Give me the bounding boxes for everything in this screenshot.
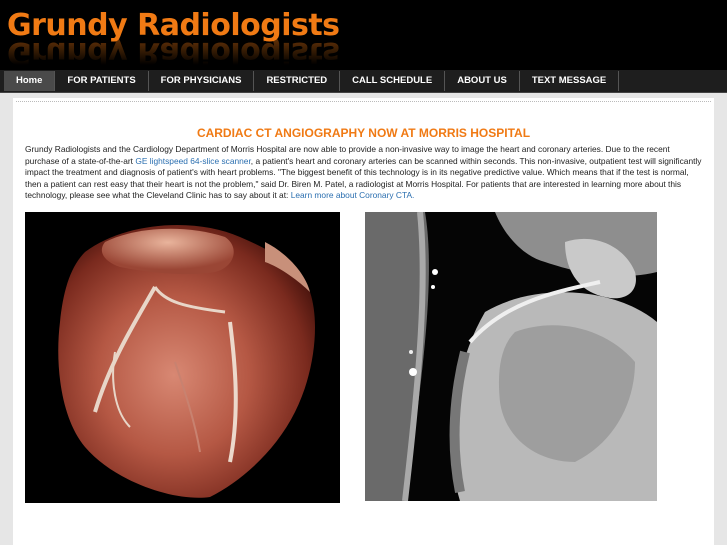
- dotted-divider: [16, 101, 711, 102]
- coronary-ct-scan-image: [365, 212, 657, 501]
- article-body: Grundy Radiologists and the Cardiology D…: [25, 144, 705, 202]
- article-headline: CARDIAC CT ANGIOGRAPHY NOW AT MORRIS HOS…: [196, 126, 531, 140]
- nav-item-for-patients[interactable]: FOR PATIENTS: [55, 71, 149, 91]
- main-content: CARDIAC CT ANGIOGRAPHY NOW AT MORRIS HOS…: [13, 98, 714, 545]
- content-frame: CARDIAC CT ANGIOGRAPHY NOW AT MORRIS HOS…: [0, 93, 727, 545]
- site-logo[interactable]: Grundy Radiologists: [7, 8, 340, 43]
- nav-item-for-physicians[interactable]: FOR PHYSICIANS: [149, 71, 255, 91]
- heart-3d-render-image: [25, 212, 340, 503]
- nav-item-restricted[interactable]: RESTRICTED: [254, 71, 341, 91]
- learn-more-link[interactable]: Learn more about Coronary CTA.: [291, 190, 415, 200]
- scanner-link[interactable]: GE lightspeed 64-slice scanner: [135, 156, 250, 166]
- heart-3d-render-graphic: [58, 225, 315, 498]
- site-header: Grundy Radiologists Grundy Radiologists: [0, 0, 727, 70]
- nav-item-home[interactable]: Home: [4, 71, 56, 91]
- main-nav: Home FOR PATIENTS FOR PHYSICIANS RESTRIC…: [0, 70, 727, 93]
- coronary-ct-scan-graphic: [365, 212, 657, 501]
- nav-item-call-schedule[interactable]: CALL SCHEDULE: [340, 71, 446, 91]
- nav-item-about-us[interactable]: ABOUT US: [445, 71, 520, 91]
- nav-item-text-message[interactable]: TEXT MESSAGE: [520, 71, 620, 91]
- site-logo-reflection: Grundy Radiologists: [7, 39, 340, 65]
